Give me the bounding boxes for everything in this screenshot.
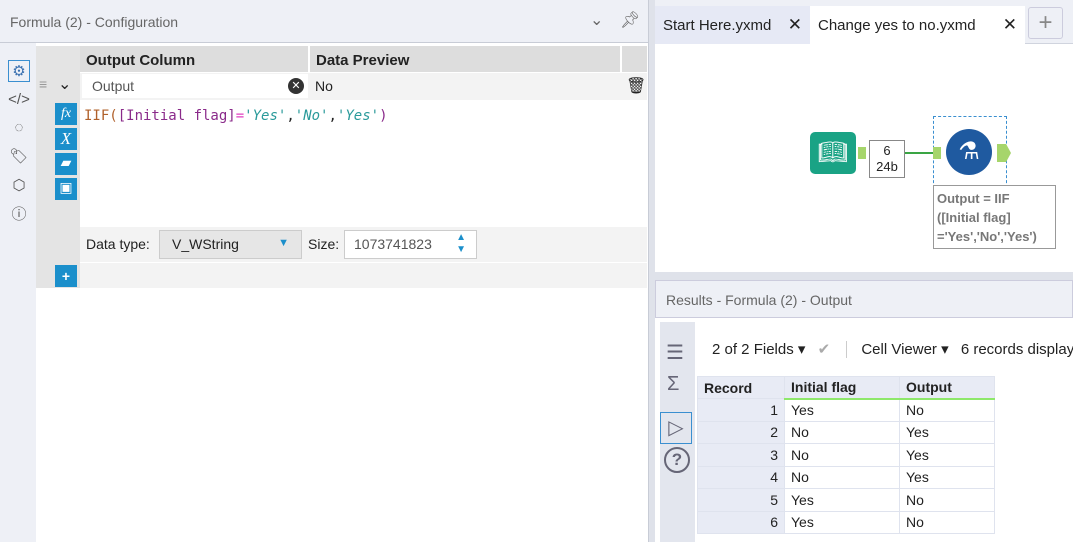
initial-flag-cell[interactable]: Yes <box>784 488 900 512</box>
close-icon[interactable]: ✕ <box>1003 15 1017 35</box>
initial-flag-cell[interactable]: No <box>784 443 900 467</box>
splitter[interactable] <box>648 0 655 542</box>
record-cell[interactable]: 3 <box>697 443 785 467</box>
dropdown-arrow-icon: ▼ <box>278 237 289 249</box>
spinner-icon: ▲ ▼ <box>456 232 466 255</box>
record-cell[interactable]: 5 <box>697 488 785 512</box>
new-tab-button[interactable]: + <box>1028 7 1063 39</box>
apply-check-icon[interactable]: ✔ <box>818 341 831 358</box>
workflow-canvas[interactable]: 📖︎ 6 24b ⚗ Output = IIF ([Initial flag] =… <box>655 44 1073 272</box>
help-icon[interactable]: ⓘ <box>8 204 30 226</box>
record-cell[interactable]: 6 <box>697 510 785 534</box>
horizontal-splitter[interactable] <box>655 272 1073 280</box>
code-icon[interactable]: </> <box>8 89 30 111</box>
drag-handle[interactable]: ≡ <box>39 76 47 92</box>
table-row[interactable]: 6 Yes No <box>697 510 995 534</box>
add-field-button[interactable]: + <box>55 265 77 287</box>
config-sidebar: ⚙ </> ◌ 🏷︎ ⬡ ⓘ <box>0 43 36 542</box>
input-data-tool-icon[interactable]: 📖︎ <box>810 132 856 174</box>
results-sidebar: ☰ Σ ▷ ? <box>660 322 695 542</box>
table-row[interactable]: 3 No Yes <box>697 443 995 467</box>
column-header-initial-flag[interactable]: Initial flag <box>784 376 900 400</box>
formula-tool-icon[interactable]: ⚗ <box>946 129 992 175</box>
variable-icon[interactable]: X <box>55 128 77 150</box>
table-row[interactable]: 5 Yes No <box>697 488 995 512</box>
output-cell[interactable]: No <box>899 488 995 512</box>
output-field-input[interactable]: Output <box>82 74 308 98</box>
tab-start-here[interactable]: Start Here.yxmd ✕ <box>655 6 810 44</box>
connection-icon[interactable]: ◌ <box>8 117 30 139</box>
output-cell[interactable]: No <box>899 398 995 422</box>
tool-annotation: Output = IIF ([Initial flag] ='Yes','No'… <box>933 185 1056 249</box>
records-count: 6 records displayed <box>960 341 1073 358</box>
record-cell[interactable]: 4 <box>697 465 785 489</box>
table-row[interactable]: 2 No Yes <box>697 420 995 444</box>
save-icon[interactable]: ▣ <box>55 178 77 200</box>
record-cell[interactable]: 1 <box>697 398 785 422</box>
help-icon[interactable]: ? <box>664 447 690 473</box>
initial-flag-cell[interactable]: Yes <box>784 398 900 422</box>
output-cell[interactable]: Yes <box>899 465 995 489</box>
table-row[interactable]: 1 Yes No <box>697 398 995 422</box>
output-cell[interactable]: Yes <box>899 443 995 467</box>
data-preview-header: Data Preview <box>310 46 620 72</box>
data-type-label: Data type: <box>86 236 150 252</box>
data-type-select[interactable]: V_WString ▼ <box>159 230 302 259</box>
expression-editor[interactable]: IIF([Initial flag]='Yes','No','Yes') <box>84 108 388 124</box>
initial-flag-cell[interactable]: No <box>784 465 900 489</box>
pin-icon[interactable]: 📌︎ <box>620 10 640 30</box>
cell-viewer-dropdown[interactable]: Cell Viewer ▾ <box>861 341 948 358</box>
cube-icon[interactable]: ⬡ <box>8 175 30 197</box>
config-title: Formula (2) - Configuration <box>10 14 179 30</box>
data-preview-value: No <box>315 78 333 94</box>
configuration-panel: Formula (2) - Configuration ⌄ 📌︎ ⚙ </> ◌… <box>0 0 648 542</box>
size-input[interactable]: 1073741823 ▲ ▼ <box>344 230 477 259</box>
chevron-down-icon[interactable]: ⌄ <box>590 10 603 30</box>
trash-icon[interactable]: 🗑︎ <box>626 76 646 96</box>
column-header-record[interactable]: Record <box>697 376 785 399</box>
tag-icon[interactable]: 🏷︎ <box>8 146 30 168</box>
results-table: Record Initial flag Output 1 Yes No 2 No Yes 3… <box>697 376 995 534</box>
clear-icon[interactable]: ✕ <box>288 78 304 94</box>
table-row[interactable]: 4 No Yes <box>697 465 995 489</box>
collapse-chevron-icon[interactable]: ⌄ <box>58 74 71 94</box>
output-cell[interactable]: Yes <box>899 420 995 444</box>
output-column-header: Output Column <box>80 46 308 72</box>
initial-flag-cell[interactable]: No <box>784 420 900 444</box>
record-cell[interactable]: 2 <box>697 420 785 444</box>
gear-icon[interactable]: ⚙ <box>8 60 30 82</box>
workflow-area: Start Here.yxmd ✕ Change yes to no.yxmd ✕ … <box>655 0 1073 542</box>
initial-flag-cell[interactable]: Yes <box>784 510 900 534</box>
tag-output-icon[interactable]: ▷ <box>660 412 692 444</box>
function-icon[interactable]: fx <box>55 103 77 125</box>
config-header: Formula (2) - Configuration ⌄ 📌︎ <box>0 0 648 43</box>
sum-icon[interactable]: Σ <box>667 373 679 396</box>
output-cell[interactable]: No <box>899 510 995 534</box>
tab-change-yes-to-no[interactable]: Change yes to no.yxmd ✕ <box>810 6 1025 45</box>
results-toolbar: 2 of 2 Fields ▾ ✔ Cell Viewer ▾ 6 record… <box>712 340 1073 358</box>
open-folder-icon[interactable]: ▰ <box>55 153 77 175</box>
results-header: Results - Formula (2) - Output <box>655 280 1073 318</box>
column-header-output[interactable]: Output <box>899 376 995 400</box>
fields-dropdown[interactable]: 2 of 2 Fields ▾ <box>712 341 805 358</box>
connection-record-count: 6 24b <box>869 140 905 178</box>
size-label: Size: <box>308 236 340 252</box>
close-icon[interactable]: ✕ <box>788 15 802 35</box>
data-view-icon[interactable]: ☰ <box>666 340 684 365</box>
